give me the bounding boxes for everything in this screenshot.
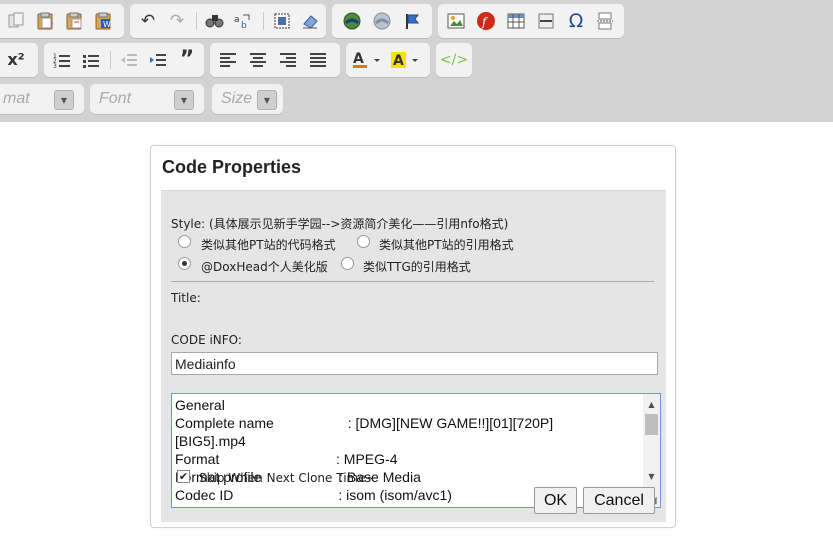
align-group [210, 43, 340, 77]
svg-text:A: A [353, 51, 364, 67]
redo-icon[interactable]: ↷ [165, 9, 189, 33]
background-color-icon[interactable]: A [390, 48, 422, 72]
remove-format-icon[interactable] [298, 9, 322, 33]
separator [263, 12, 264, 30]
superscript-button[interactable]: x² [4, 48, 28, 72]
align-left-icon[interactable] [216, 48, 240, 72]
radio-pt-quote[interactable] [357, 235, 370, 248]
font-combo-label: Font [99, 90, 132, 107]
code-line: Codec ID : isom (isom/avc1) [175, 487, 452, 503]
dialog-title: Code Properties [162, 157, 302, 177]
omega-glyph: Ω [568, 10, 584, 32]
source-group: </> [436, 43, 472, 77]
align-right-icon[interactable] [276, 48, 300, 72]
code-info-label: CODE iNFO: [171, 333, 242, 347]
chevron-down-icon: ▼ [54, 90, 74, 110]
replace-icon[interactable]: ab [231, 9, 255, 33]
align-center-icon[interactable] [246, 48, 270, 72]
radio-doxhead[interactable] [178, 257, 191, 270]
text-color-icon[interactable]: A [352, 48, 384, 72]
svg-text:a: a [234, 15, 240, 25]
code-line: [BIG5].mp4 [175, 433, 246, 449]
radio-ttg-quote[interactable] [341, 257, 354, 270]
paste-icon[interactable] [33, 9, 57, 33]
numbered-list-icon[interactable]: 123 [50, 48, 74, 72]
code-properties-dialog: Code Properties Style: (具体展示见新手学园-->资源简介… [150, 145, 676, 528]
paste-text-icon[interactable] [62, 9, 86, 33]
align-justify-icon[interactable] [306, 48, 330, 72]
copy-icon[interactable] [4, 9, 28, 33]
image-icon[interactable] [444, 9, 468, 33]
anchor-icon[interactable] [400, 9, 424, 33]
flash-icon[interactable]: f [474, 9, 498, 33]
table-icon[interactable] [504, 9, 528, 33]
radio-pt-code-label: 类似其他PT站的代码格式 [201, 238, 336, 252]
separator [110, 51, 111, 69]
radio-pt-quote-label: 类似其他PT站的引用格式 [379, 238, 514, 252]
unlink-icon[interactable] [370, 9, 394, 33]
editor-toolbar: W ↶ ↷ ab f Ω x² 1 2 3 ” A A </> mat ▼ Fo… [0, 0, 833, 122]
find-icon[interactable] [203, 9, 227, 33]
code-line: General [175, 397, 225, 413]
scroll-thumb[interactable] [645, 414, 658, 435]
style-label: Style: (具体展示见新手学园-->资源简介美化——引用nfo格式) [171, 217, 509, 231]
font-combo[interactable]: Font ▼ [90, 84, 204, 114]
chevron-down-icon: ▼ [174, 90, 194, 110]
source-code-icon[interactable]: </> [440, 48, 468, 72]
color-group: A A [346, 43, 430, 77]
undo-icon[interactable]: ↶ [136, 9, 160, 33]
cancel-button[interactable]: Cancel [583, 487, 655, 514]
format-combo[interactable]: mat ▼ [0, 84, 84, 114]
code-line: Complete name : [DMG][NEW GAME!!][01][72… [175, 415, 554, 431]
paragraph-group: 123 ” [44, 43, 204, 77]
dialog-body: Style: (具体展示见新手学园-->资源简介美化——引用nfo格式) 类似其… [161, 190, 666, 522]
radio-ttg-quote-label: 类似TTG的引用格式 [363, 260, 471, 274]
links-group [332, 4, 432, 38]
blockquote-icon[interactable]: ” [175, 48, 199, 72]
radio-pt-code[interactable] [178, 235, 191, 248]
scroll-down-arrow-icon[interactable]: ▼ [643, 468, 660, 485]
svg-text:3: 3 [53, 63, 57, 69]
title-input[interactable] [171, 352, 658, 375]
bulleted-list-icon[interactable] [79, 48, 103, 72]
size-combo-label: Size [221, 90, 253, 107]
svg-text:W: W [103, 20, 111, 29]
separator [196, 12, 197, 30]
title-label: Title: [171, 291, 201, 305]
radio-doxhead-label: @DoxHead个人美化版 [201, 260, 328, 274]
scroll-up-arrow-icon[interactable]: ▲ [643, 396, 660, 413]
script-group: x² [0, 43, 38, 77]
link-icon[interactable] [340, 9, 364, 33]
superscript-label: x² [7, 50, 25, 69]
skip-clone-checkbox[interactable]: ✔ [177, 470, 190, 483]
page-break-icon[interactable] [593, 9, 617, 33]
code-line: Format : MPEG-4 [175, 451, 398, 467]
skip-clone-label: Skip When Next Clone Time~ [199, 471, 376, 485]
svg-text:b: b [241, 21, 247, 30]
clipboard-group: W [0, 4, 124, 38]
outdent-icon[interactable] [117, 48, 141, 72]
size-combo[interactable]: Size ▼ [212, 84, 283, 114]
select-all-icon[interactable] [270, 9, 294, 33]
format-combo-label: mat [3, 90, 30, 107]
check-icon: ✔ [178, 470, 189, 483]
divider [171, 281, 654, 282]
special-char-icon[interactable]: Ω [564, 9, 588, 33]
indent-icon[interactable] [146, 48, 170, 72]
paste-word-icon[interactable]: W [91, 9, 115, 33]
horizontal-rule-icon[interactable] [534, 9, 558, 33]
svg-text:A: A [393, 53, 404, 69]
edit-group: ↶ ↷ ab [130, 4, 326, 38]
chevron-down-icon: ▼ [257, 90, 277, 110]
ok-button[interactable]: OK [534, 487, 577, 514]
insert-group: f Ω [438, 4, 624, 38]
